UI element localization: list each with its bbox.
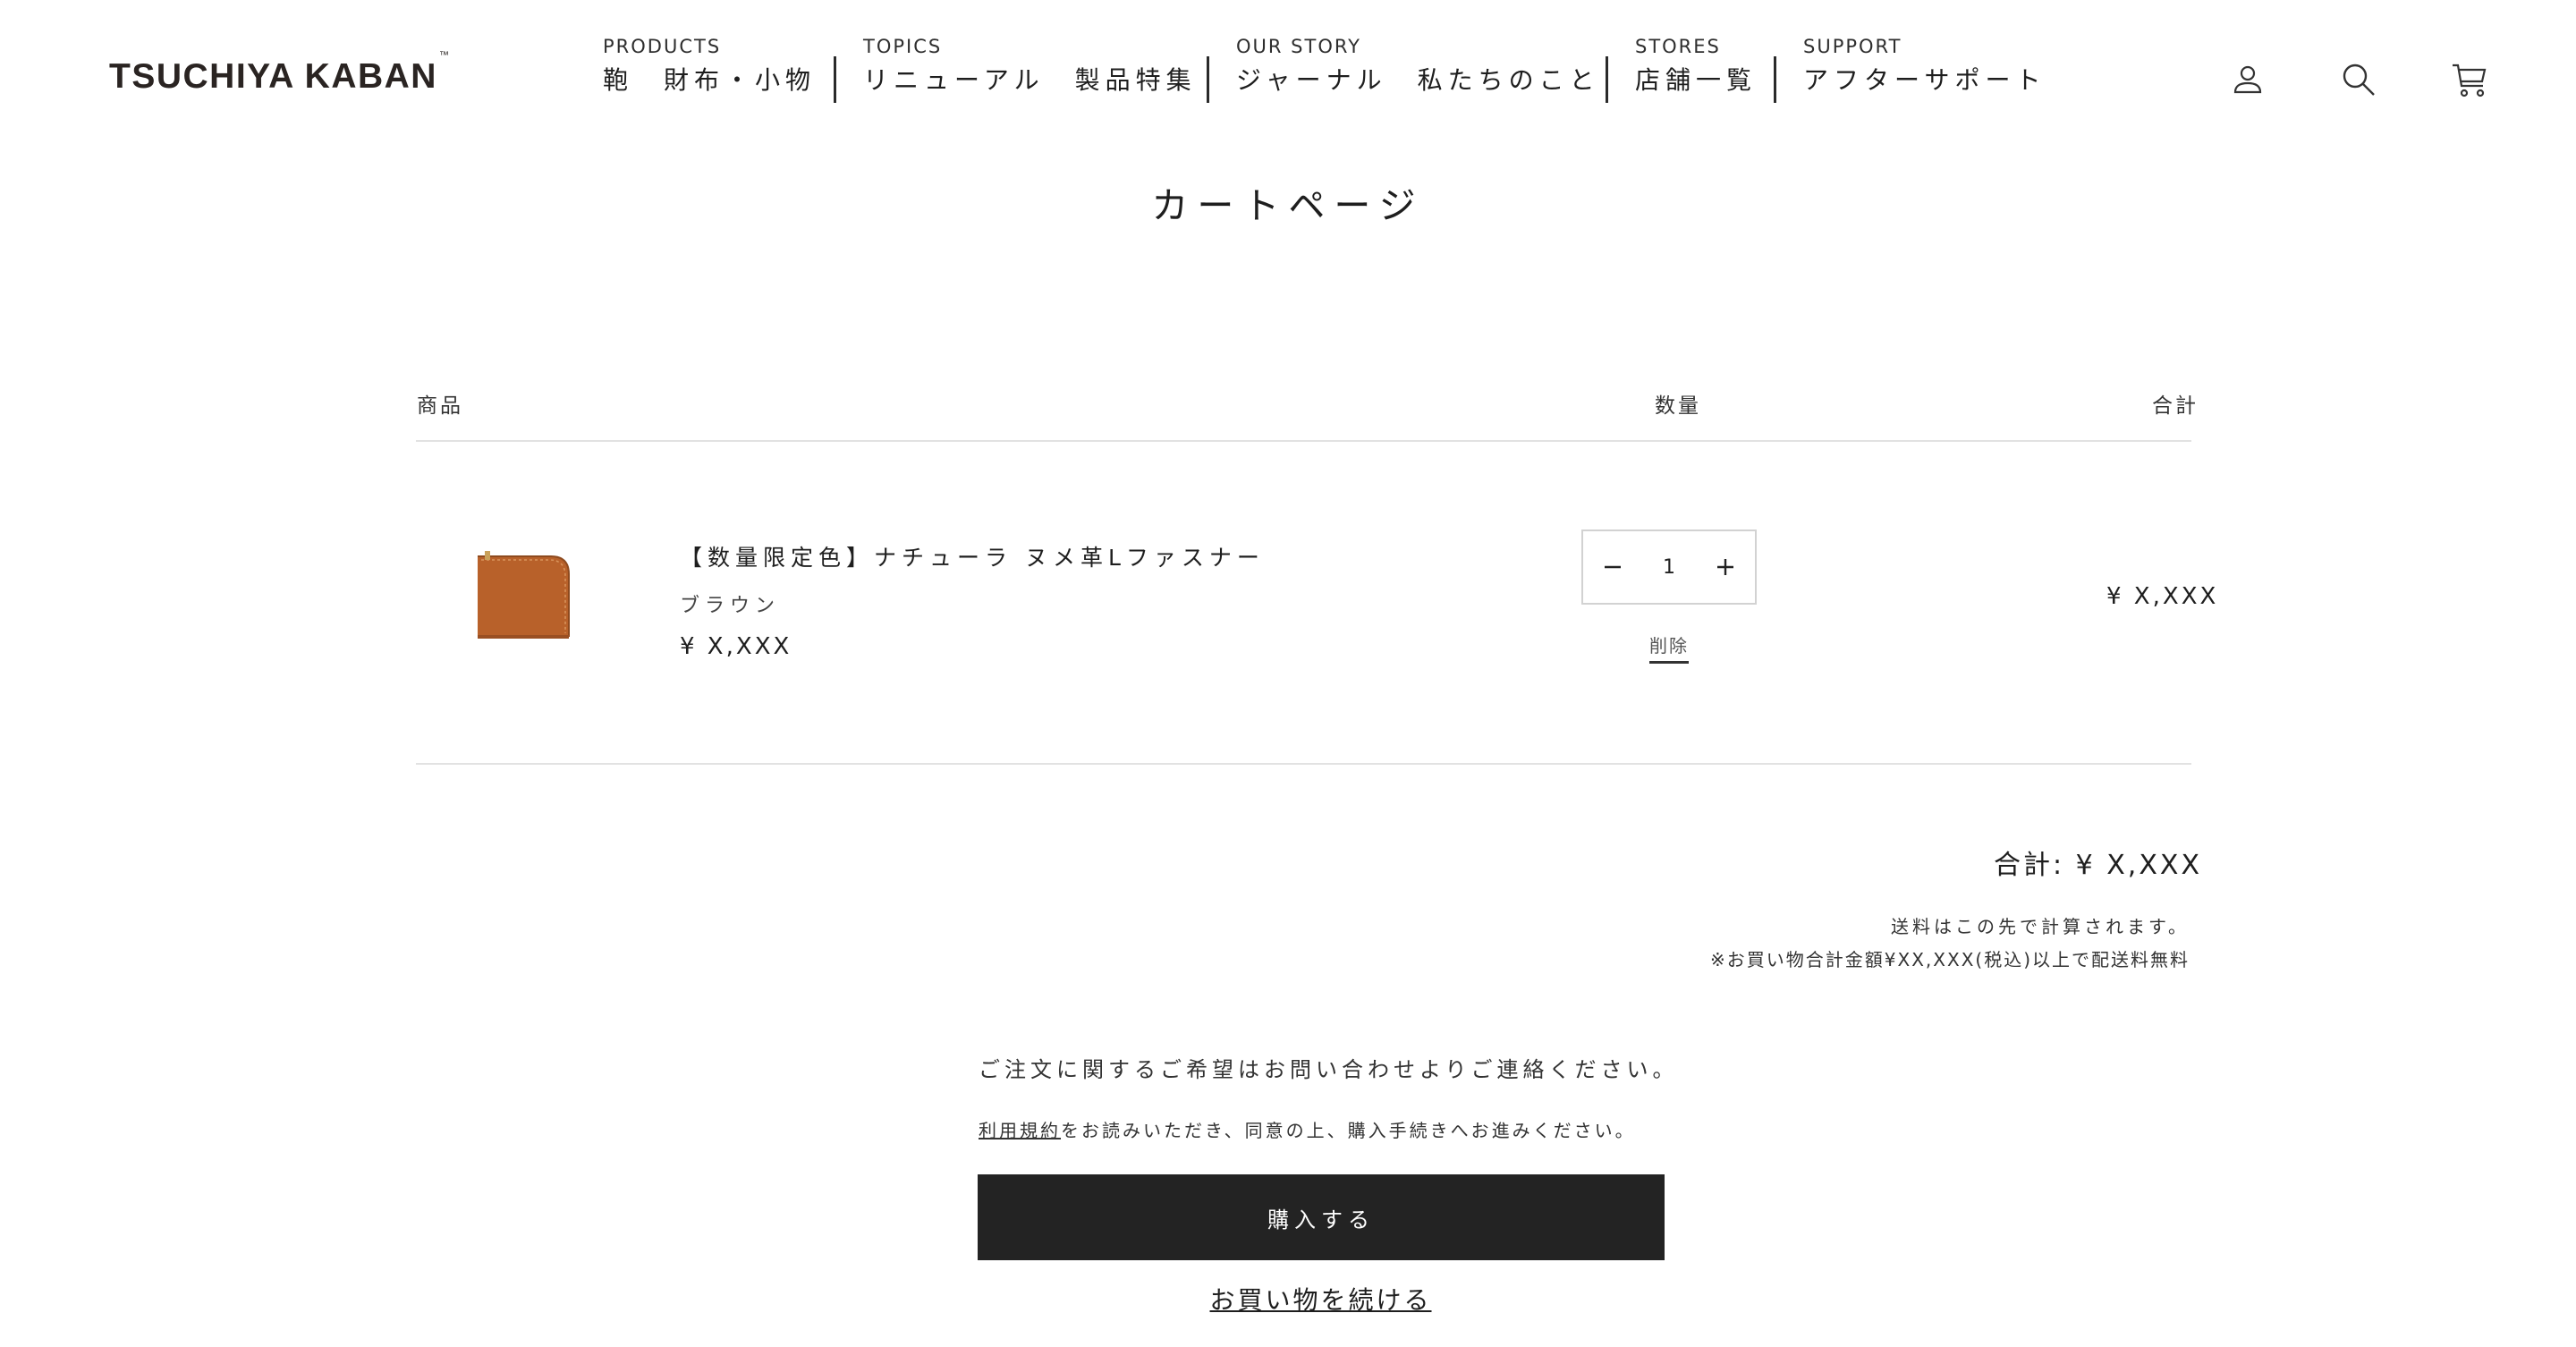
quantity-stepper: 1	[1581, 529, 1757, 605]
remove-item-link[interactable]: 削除	[1649, 631, 1689, 664]
table-divider-top	[416, 440, 2191, 442]
nav-item-journal[interactable]: ジャーナル	[1236, 63, 1387, 98]
checkout-button[interactable]: 購入する	[978, 1174, 1665, 1260]
nav-item-after-support[interactable]: アフターサポート	[1803, 63, 2046, 98]
table-divider-bottom	[416, 763, 2191, 765]
line-total: ¥ X,XXX	[2106, 583, 2219, 610]
quantity-input[interactable]: 1	[1663, 556, 1675, 579]
free-shipping-note: ※お買い物合計金額¥XX,XXX(税込)以上で配送料無料	[1710, 949, 2190, 970]
nav-category-products: PRODUCTS	[603, 36, 722, 57]
plus-icon	[1717, 559, 1733, 575]
product-variant: ブラウン	[680, 595, 781, 617]
nav-group-our-story: OUR STORY ジャーナル 私たちのこと	[1236, 36, 1600, 98]
contact-note: ご注文に関するご希望はお問い合わせよりご連絡ください。	[979, 1057, 1679, 1082]
wallet-body	[478, 556, 569, 637]
nav-divider	[1207, 56, 1209, 103]
cart-total: 合計: ¥ X,XXX	[1993, 850, 2202, 881]
nav-divider	[1606, 56, 1608, 103]
search-icon[interactable]	[2338, 59, 2379, 100]
product-name[interactable]: 【数量限定色】ナチューラ ヌメ革Lファスナー	[680, 540, 1265, 572]
nav-item-store-list[interactable]: 店舗一覧	[1635, 63, 1757, 98]
account-icon[interactable]	[2227, 59, 2268, 100]
nav-item-features[interactable]: 製品特集	[1075, 63, 1197, 98]
product-image[interactable]	[454, 531, 589, 665]
decrease-quantity-button[interactable]	[1583, 531, 1642, 603]
minus-icon	[1605, 565, 1621, 569]
nav-item-about-us[interactable]: 私たちのこと	[1418, 63, 1600, 98]
shipping-note: 送料はこの先で計算されます。	[1891, 916, 2190, 937]
nav-category-stores: STORES	[1635, 36, 1721, 57]
header-product: 商品	[417, 394, 463, 418]
page-title: カートページ	[1151, 184, 1425, 227]
header-total: 合計	[2152, 394, 2199, 418]
nav-group-products: PRODUCTS 鞄財布・小物	[603, 36, 816, 98]
nav-category-topics: TOPICS	[863, 36, 943, 57]
nav-group-stores: STORES 店舗一覧	[1635, 36, 1757, 98]
nav-group-topics: TOPICS リニューアル 製品特集	[863, 36, 1197, 98]
nav-divider	[834, 56, 836, 103]
terms-link[interactable]: 利用規約	[979, 1120, 1061, 1141]
nav-item-bags[interactable]: 鞄	[603, 63, 633, 98]
header-quantity: 数量	[1655, 394, 1701, 418]
nav-item-renewal[interactable]: リニューアル	[863, 63, 1045, 98]
terms-text: をお読みいただき、同意の上、購入手続きへお進みください。	[1061, 1120, 1636, 1141]
nav-category-our-story: OUR STORY	[1236, 36, 1361, 57]
terms-notice: 利用規約をお読みいただき、同意の上、購入手続きへお進みください。	[979, 1116, 1636, 1142]
cart-icon[interactable]	[2449, 59, 2490, 100]
nav-item-wallets[interactable]: 財布・小物	[664, 63, 816, 98]
product-price: ¥ X,XXX	[680, 633, 792, 660]
nav-category-support: SUPPORT	[1803, 36, 1902, 57]
logo-trademark: ™	[438, 50, 451, 61]
nav-divider	[1774, 56, 1776, 103]
brand-logo[interactable]: TSUCHIYA KABAN™	[109, 50, 450, 97]
logo-text: TSUCHIYA KABAN	[109, 57, 437, 96]
increase-quantity-button[interactable]	[1696, 531, 1755, 603]
continue-shopping-link[interactable]: お買い物を続ける	[0, 1281, 2576, 1317]
nav-group-support: SUPPORT アフターサポート	[1803, 36, 2046, 98]
